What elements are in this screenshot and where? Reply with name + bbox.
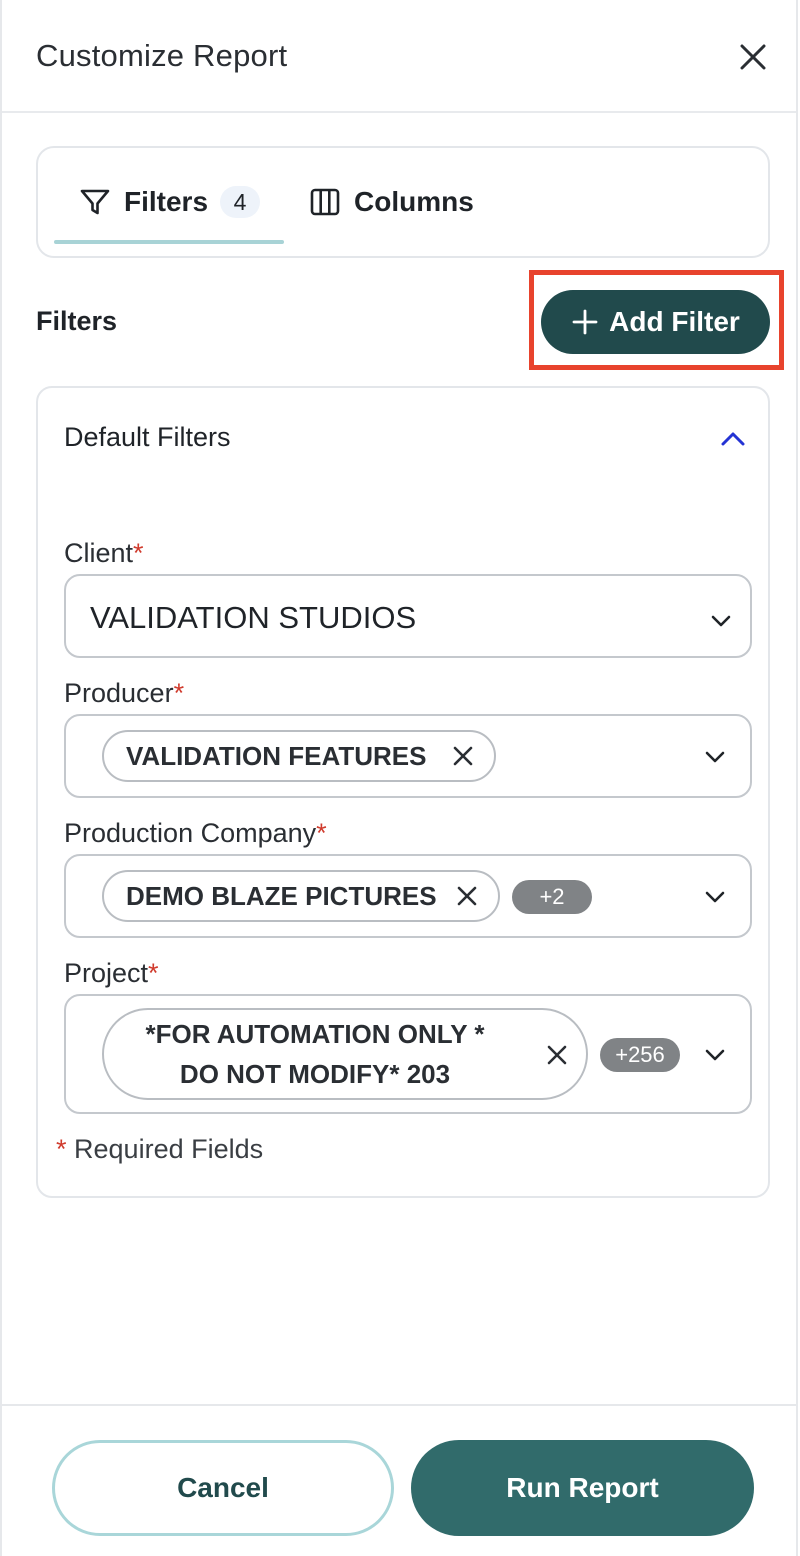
panel-title: Customize Report xyxy=(36,38,288,73)
client-select[interactable]: VALIDATION STUDIOS xyxy=(64,574,752,658)
producer-chip: VALIDATION FEATURES xyxy=(102,730,496,782)
active-tab-indicator xyxy=(54,240,284,244)
required-asterisk: * xyxy=(173,678,185,708)
project-chip-text: *FOR AUTOMATION ONLY * DO NOT MODIFY* 20… xyxy=(115,1014,515,1094)
tab-filters-label: Filters xyxy=(124,186,209,217)
chevron-down-icon xyxy=(711,615,731,627)
collapse-button[interactable] xyxy=(718,424,748,454)
add-filter-button[interactable]: Add Filter xyxy=(541,290,770,354)
required-asterisk: * xyxy=(148,958,159,988)
project-select[interactable]: *FOR AUTOMATION ONLY * DO NOT MODIFY* 20… xyxy=(64,994,752,1114)
chip-remove-icon[interactable] xyxy=(456,885,478,907)
close-button[interactable] xyxy=(730,34,776,80)
chevron-down-icon xyxy=(705,891,725,903)
customize-report-panel: Customize Report Filters 4 Columns Filte… xyxy=(0,0,798,1556)
run-report-button[interactable]: Run Report xyxy=(411,1440,754,1536)
panel-footer: Cancel Run Report xyxy=(2,1404,796,1556)
chip-remove-icon[interactable] xyxy=(452,745,474,767)
production-company-label: Production Company* xyxy=(64,818,327,849)
filter-icon xyxy=(80,189,110,215)
producer-label: Producer* xyxy=(64,678,184,709)
more-selections-badge[interactable]: +2 xyxy=(512,880,592,914)
filters-section-label: Filters xyxy=(36,306,118,336)
required-fields-text: Required Fields xyxy=(74,1134,264,1164)
plus-icon xyxy=(572,309,598,335)
tab-columns-label: Columns xyxy=(354,186,474,217)
required-asterisk: * xyxy=(133,538,144,568)
chevron-down-icon xyxy=(705,751,725,763)
filter-count-badge: 4 xyxy=(220,186,261,218)
default-filters-title: Default Filters xyxy=(64,422,231,452)
chevron-up-icon xyxy=(721,432,745,446)
project-chip-line-1: *FOR AUTOMATION ONLY * xyxy=(145,1019,485,1049)
producer-chip-label: VALIDATION FEATURES xyxy=(126,740,427,771)
panel-header: Customize Report xyxy=(2,0,796,113)
tabs-container: Filters 4 Columns xyxy=(36,146,770,258)
project-label-text: Project xyxy=(64,958,149,988)
client-label-text: Client xyxy=(64,538,134,568)
production-company-chip-label: DEMO BLAZE PICTURES xyxy=(126,880,437,911)
project-label: Project* xyxy=(64,958,159,989)
project-chip-line-2: DO NOT MODIFY* 203 xyxy=(179,1059,451,1089)
production-company-label-text: Production Company xyxy=(64,818,317,848)
cancel-button[interactable]: Cancel xyxy=(52,1440,394,1536)
client-label: Client* xyxy=(64,538,144,569)
chevron-down-icon xyxy=(705,1049,725,1061)
tab-columns[interactable]: Columns xyxy=(308,148,474,256)
columns-icon xyxy=(310,188,340,216)
close-icon xyxy=(740,44,766,70)
required-fields-note: * Required Fields xyxy=(56,1134,263,1165)
producer-select[interactable]: VALIDATION FEATURES xyxy=(64,714,752,798)
production-company-chip: DEMO BLAZE PICTURES xyxy=(102,870,500,922)
more-selections-badge[interactable]: +256 xyxy=(600,1038,680,1072)
client-selected-value: VALIDATION STUDIOS xyxy=(90,600,417,635)
required-asterisk: * xyxy=(316,818,327,848)
default-filters-card: Default Filters Client* VALIDATION STUDI… xyxy=(36,386,770,1198)
chip-remove-icon[interactable] xyxy=(546,1044,568,1066)
required-asterisk: * xyxy=(56,1134,67,1164)
producer-label-text: Producer xyxy=(64,678,174,708)
project-chip: *FOR AUTOMATION ONLY * DO NOT MODIFY* 20… xyxy=(102,1008,588,1100)
add-filter-label: Add Filter xyxy=(609,306,740,337)
production-company-select[interactable]: DEMO BLAZE PICTURES +2 xyxy=(64,854,752,938)
